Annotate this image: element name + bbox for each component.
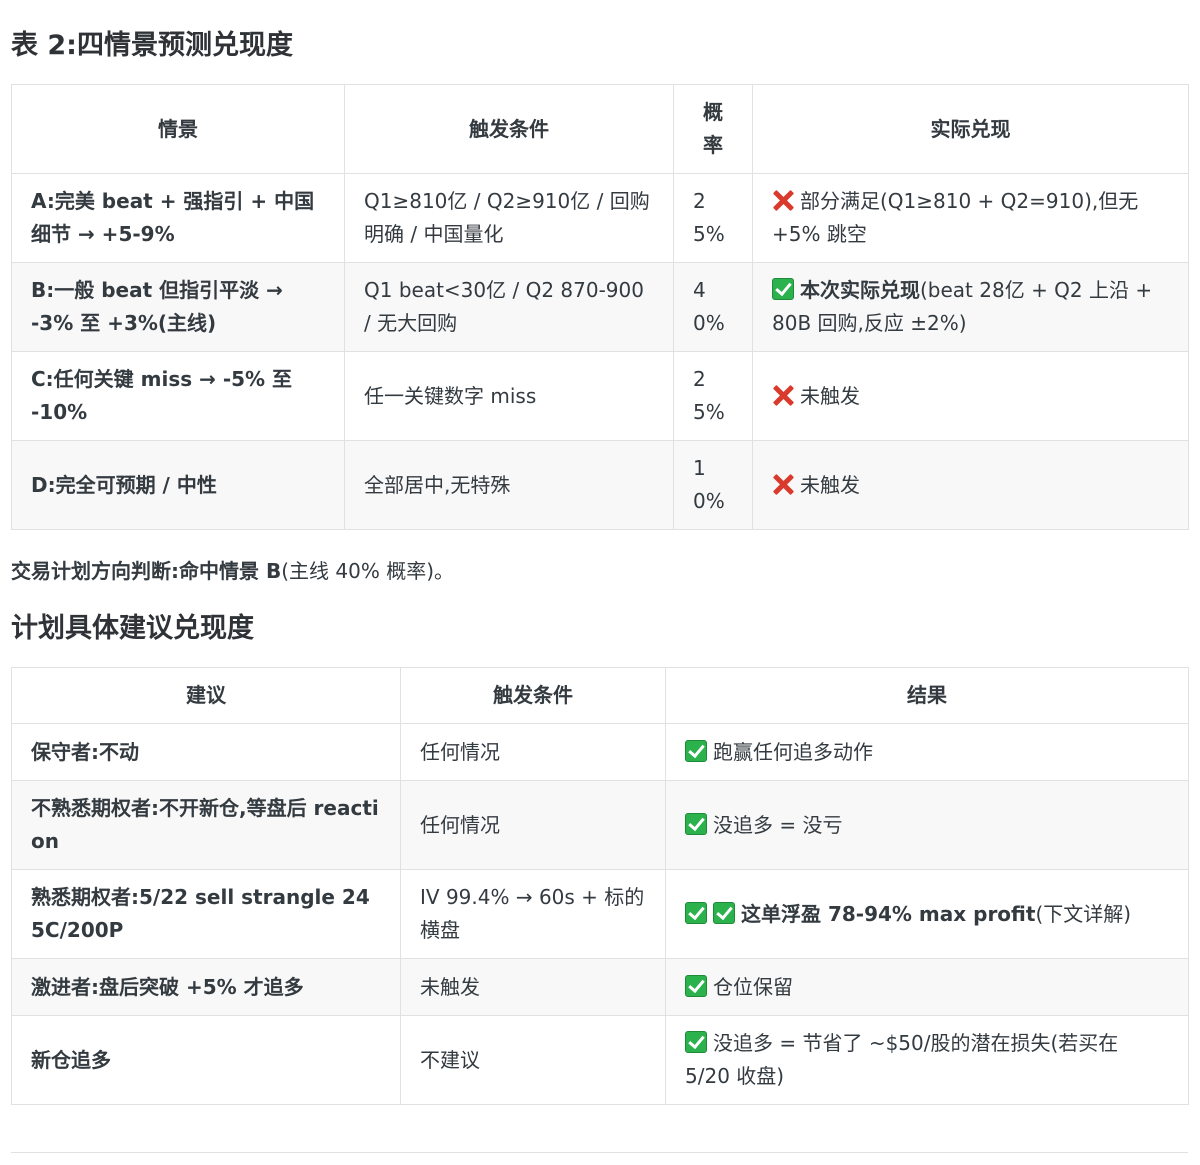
cross-mark-icon [772, 473, 794, 495]
cross-mark-icon [772, 384, 794, 406]
prob-cell: 40% [673, 262, 753, 352]
result-cell: 没追多 = 没亏 [665, 780, 1189, 870]
header-advice: 建议 [11, 667, 401, 724]
advice-table: 建议 触发条件 结果 保守者:不动 任何情况 跑赢任何追多动作 不熟悉期权者:不… [11, 667, 1189, 1105]
table-row: C:任何关键 miss → -5% 至 -10% 任一关键数字 miss 25%… [11, 351, 1189, 441]
cross-mark-icon [772, 189, 794, 211]
table-row: 熟悉期权者:5/22 sell strangle 245C/200P IV 99… [11, 869, 1189, 959]
actual-cell: 未触发 [752, 351, 1189, 441]
section-divider [11, 1152, 1188, 1153]
table-row: 新仓追多 不建议 没追多 = 节省了 ~$50/股的潜在损失(若买在 5/20 … [11, 1015, 1189, 1105]
trigger-cell: 任何情况 [400, 780, 666, 870]
table-row: 激进者:盘后突破 +5% 才追多 未触发 仓位保留 [11, 958, 1189, 1016]
actual-cell: 未触发 [752, 440, 1189, 530]
advice-cell: 激进者:盘后突破 +5% 才追多 [11, 958, 401, 1016]
check-mark-icon [685, 812, 707, 835]
advice-cell: 新仓追多 [11, 1015, 401, 1105]
table-header-row: 情景 触发条件 概率 实际兑现 [11, 84, 1189, 174]
check-mark-icon [685, 1031, 707, 1053]
header-scenario: 情景 [11, 84, 345, 174]
table-heading-scenarios: 表 2:四情景预测兑现度 [11, 30, 293, 61]
trigger-cell: 未触发 [400, 958, 666, 1016]
check-mark-icon [772, 278, 794, 300]
header-prob: 概率 [673, 84, 753, 174]
scenario-table: 情景 触发条件 概率 实际兑现 A:完美 beat + 强指引 + 中国细节 →… [11, 84, 1189, 530]
trigger-cell: Q1≥810亿 / Q2≥910亿 / 回购明确 / 中国量化 [344, 173, 674, 263]
scenario-cell: D:完全可预期 / 中性 [11, 440, 345, 530]
header-trigger: 触发条件 [344, 84, 674, 174]
scenario-cell: A:完美 beat + 强指引 + 中国细节 → +5-9% [11, 173, 345, 263]
trigger-cell: 不建议 [400, 1015, 666, 1105]
trigger-cell: Q1 beat<30亿 / Q2 870-900 / 无大回购 [344, 262, 674, 352]
result-cell: 没追多 = 节省了 ~$50/股的潜在损失(若买在 5/20 收盘) [665, 1015, 1189, 1105]
result-cell: 跑赢任何追多动作 [665, 723, 1189, 781]
check-mark-icon [685, 739, 707, 762]
result-cell: 这单浮盈 78-94% max profit(下文详解) [665, 869, 1189, 959]
prob-cell: 25% [673, 351, 753, 441]
prob-cell: 10% [673, 440, 753, 530]
check-mark-icon [685, 901, 707, 924]
advice-cell: 不熟悉期权者:不开新仓,等盘后 reaction [11, 780, 401, 870]
advice-cell: 熟悉期权者:5/22 sell strangle 245C/200P [11, 869, 401, 959]
header-result: 结果 [665, 667, 1189, 724]
actual-cell: 部分满足(Q1≥810 + Q2=910),但无 +5% 跳空 [752, 173, 1189, 263]
table-row: 保守者:不动 任何情况 跑赢任何追多动作 [11, 723, 1189, 781]
table-row: A:完美 beat + 强指引 + 中国细节 → +5-9% Q1≥810亿 /… [11, 173, 1189, 263]
direction-conclusion: 交易计划方向判断:命中情景 B(主线 40% 概率)。 [11, 559, 454, 583]
table-heading-advice: 计划具体建议兑现度 [11, 613, 254, 644]
header-trigger: 触发条件 [400, 667, 666, 724]
scenario-cell: C:任何关键 miss → -5% 至 -10% [11, 351, 345, 441]
header-actual: 实际兑现 [752, 84, 1189, 174]
table-row: B:一般 beat 但指引平淡 → -3% 至 +3%(主线) Q1 beat<… [11, 262, 1189, 352]
scenario-cell: B:一般 beat 但指引平淡 → -3% 至 +3%(主线) [11, 262, 345, 352]
actual-cell: 本次实际兑现(beat 28亿 + Q2 上沿 + 80B 回购,反应 ±2%) [752, 262, 1189, 352]
check-mark-icon [713, 901, 735, 924]
table-header-row: 建议 触发条件 结果 [11, 667, 1189, 724]
prob-cell: 25% [673, 173, 753, 263]
result-cell: 仓位保留 [665, 958, 1189, 1016]
trigger-cell: 全部居中,无特殊 [344, 440, 674, 530]
trigger-cell: 任一关键数字 miss [344, 351, 674, 441]
check-mark-icon [685, 974, 707, 997]
table-row: D:完全可预期 / 中性 全部居中,无特殊 10% 未触发 [11, 440, 1189, 530]
table-row: 不熟悉期权者:不开新仓,等盘后 reaction 任何情况 没追多 = 没亏 [11, 780, 1189, 870]
advice-cell: 保守者:不动 [11, 723, 401, 781]
trigger-cell: IV 99.4% → 60s + 标的横盘 [400, 869, 666, 959]
trigger-cell: 任何情况 [400, 723, 666, 781]
